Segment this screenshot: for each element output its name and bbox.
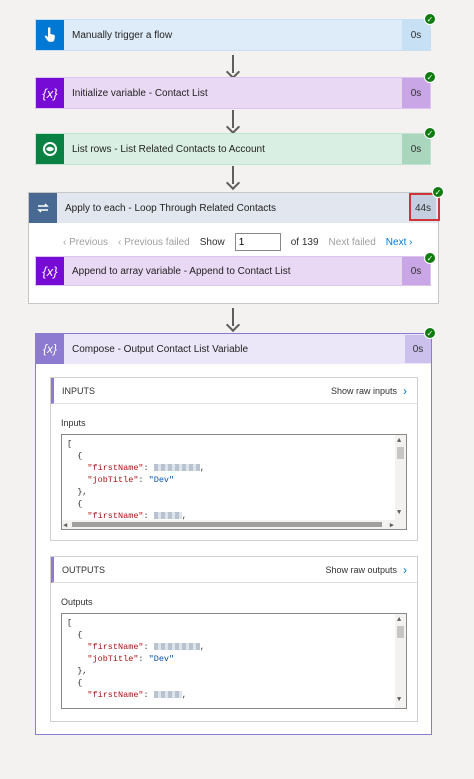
code-line: "jobTitle": "Dev" [87, 475, 175, 485]
outputs-label: Outputs [61, 597, 93, 607]
redacted-value [153, 512, 182, 520]
step-title: Compose - Output Contact List Variable [72, 343, 249, 355]
step-title: Apply to each - Loop Through Related Con… [65, 202, 277, 214]
chevron-right-icon: › [403, 383, 407, 398]
code-line: { [67, 451, 83, 461]
step-title: Append to array variable - Append to Con… [72, 265, 291, 277]
vertical-scrollbar[interactable]: ▲ ▼ [395, 435, 406, 529]
variable-icon: {x} [36, 257, 64, 285]
success-check-icon: ✓ [432, 186, 444, 198]
compose-icon: {x} [36, 334, 64, 364]
code-line: [ [67, 618, 73, 628]
outputs-code-box[interactable]: [ { "firstName": , "jobTitle": "Dev" }, … [61, 613, 407, 709]
step-duration: 0s [402, 134, 430, 164]
inputs-panel: INPUTS Show raw inputs › Inputs [ { "firs… [50, 377, 418, 541]
apply-to-each-container: Apply to each - Loop Through Related Con… [28, 192, 439, 304]
hand-pointer-icon [36, 20, 64, 50]
code-line: "firstName": , [87, 690, 187, 700]
code-line: { [67, 499, 83, 509]
iteration-count: of 139 [290, 236, 319, 248]
success-check-icon: ✓ [424, 13, 436, 25]
step-manual-trigger[interactable]: Manually trigger a flow 0s [35, 19, 431, 51]
code-line: "jobTitle": "Dev" [87, 654, 175, 664]
code-line: { [67, 630, 83, 640]
inputs-header: INPUTS Show raw inputs › [51, 378, 417, 404]
vertical-scrollbar[interactable]: ▲ ▼ [395, 614, 406, 708]
compose-header[interactable]: {x} Compose - Output Contact List Variab… [36, 334, 431, 364]
success-check-icon: ✓ [424, 252, 436, 264]
previous-failed-button[interactable]: ‹ Previous failed [118, 237, 190, 248]
step-title: List rows - List Related Contacts to Acc… [72, 143, 265, 155]
code-line: }, [67, 487, 88, 497]
redacted-value [153, 691, 182, 699]
apply-to-each-header[interactable]: Apply to each - Loop Through Related Con… [29, 193, 438, 223]
chevron-right-icon: › [403, 562, 407, 577]
inputs-label: Inputs [61, 418, 86, 428]
code-line: { [67, 678, 83, 688]
iteration-input[interactable] [234, 233, 281, 251]
step-duration: 0s [402, 78, 430, 108]
success-check-icon: ✓ [424, 127, 436, 139]
step-title: Initialize variable - Contact List [72, 87, 208, 99]
redacted-value [153, 643, 200, 651]
outputs-header-label: OUTPUTS [62, 564, 106, 575]
connector-arrow [225, 110, 241, 135]
success-check-icon: ✓ [424, 327, 436, 339]
inputs-header-label: INPUTS [62, 385, 96, 396]
step-title: Manually trigger a flow [72, 29, 173, 41]
step-initialize-variable[interactable]: {x} Initialize variable - Contact List 0… [35, 77, 431, 109]
previous-button[interactable]: ‹ Previous [63, 237, 108, 248]
variable-icon: {x} [36, 78, 64, 108]
show-raw-outputs-link[interactable]: Show raw outputs › [325, 563, 407, 577]
next-failed-button[interactable]: Next failed [329, 237, 376, 248]
code-line: [ [67, 439, 73, 449]
show-raw-inputs-link[interactable]: Show raw inputs › [331, 384, 407, 398]
iteration-pager: ‹ Previous ‹ Previous failed Show of 139… [63, 233, 412, 251]
dataverse-icon [36, 134, 64, 164]
step-duration: 0s [402, 20, 430, 50]
next-button[interactable]: Next › [386, 237, 413, 248]
step-append-to-array[interactable]: {x} Append to array variable - Append to… [35, 256, 431, 286]
redacted-value [153, 464, 200, 472]
code-line: }, [67, 666, 88, 676]
connector-arrow [225, 55, 241, 80]
connector-arrow [225, 166, 241, 191]
outputs-header: OUTPUTS Show raw outputs › [51, 557, 417, 583]
connector-arrow [225, 308, 241, 333]
loop-icon [29, 193, 57, 223]
compose-step: {x} Compose - Output Contact List Variab… [35, 333, 432, 735]
code-line: "firstName": , [87, 642, 205, 652]
step-list-rows[interactable]: List rows - List Related Contacts to Acc… [35, 133, 431, 165]
code-line: "firstName": , [87, 463, 205, 473]
outputs-panel: OUTPUTS Show raw outputs › Outputs [ { "f… [50, 556, 418, 722]
success-check-icon: ✓ [424, 71, 436, 83]
step-duration: 0s [405, 335, 431, 363]
inputs-code-box[interactable]: [ { "firstName": , "jobTitle": "Dev" }, … [61, 434, 407, 530]
show-label: Show [199, 236, 225, 248]
horizontal-scrollbar[interactable]: ◀ ▶ [62, 520, 406, 529]
